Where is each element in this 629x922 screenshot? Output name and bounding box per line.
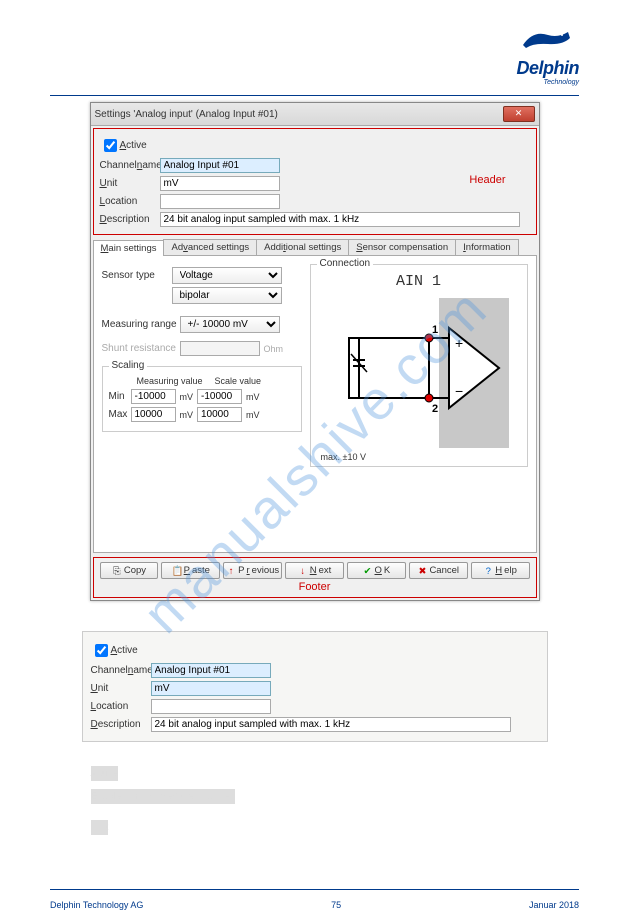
close-button[interactable]: ✕ [503,106,535,122]
scaling-legend: Scaling [109,360,148,371]
tab-body: Sensor typeVoltage bipolar Measuring ran… [93,256,537,553]
location-input-2[interactable] [151,699,271,714]
svg-text:1: 1 [432,324,438,336]
measuring-range-label: Measuring range [102,319,180,330]
active-checkbox-2[interactable] [95,644,108,657]
measuring-value-col: Measuring value [137,376,215,386]
location-label: Location [100,196,160,207]
footer-right: Januar 2018 [529,900,579,910]
header-section: Header Active Channelname Unit Location … [93,128,537,235]
tab-sensor-compensation[interactable]: Sensor compensation [348,239,456,255]
location-label-2: Location [91,701,151,712]
active-label: Active [120,140,147,151]
svg-text:−: − [455,383,463,399]
connection-legend: Connection [317,258,374,269]
sensor-type-label: Sensor type [102,270,172,281]
scaling-fieldset: Scaling Measuring valueScale value MinmV… [102,366,302,432]
tab-additional-settings[interactable]: Additional settings [256,239,349,255]
titlebar: Settings 'Analog input' (Analog Input #0… [91,103,539,126]
description-input[interactable] [160,212,520,227]
footer-center: 75 [331,900,341,910]
connection-box: Connection AIN 1 [310,264,528,467]
text-trailer: Active Enables or disables the channel. … [91,762,539,839]
header-example: Active Channelname Unit Location Descrip… [82,631,548,742]
channelname-input-2[interactable] [151,663,271,678]
channelname-input[interactable] [160,158,280,173]
divider-bottom [50,889,579,890]
redacted-title-3: Unit [91,820,109,835]
arrow-up-icon: ↑ [226,566,236,576]
connection-title: AIN 1 [315,273,523,290]
unit-input-2[interactable] [151,681,271,696]
paste-button[interactable]: 📋Paste [161,562,220,579]
active-label-2: Active [111,645,138,656]
max-scale-input[interactable] [197,407,242,422]
next-button[interactable]: ↓Next [285,562,344,579]
tab-bar: Main settings Advanced settings Addition… [93,239,537,256]
shunt-label: Shunt resistance [102,343,180,354]
tab-advanced-settings[interactable]: Advanced settings [163,239,257,255]
footer-section: ⎘Copy 📋Paste ↑Previous ↓Next ✔OK ✖Cancel… [93,557,537,598]
min-measuring-input[interactable] [131,389,176,404]
redacted-title-1: Active [91,766,118,781]
active-checkbox[interactable] [104,139,117,152]
location-input[interactable] [160,194,280,209]
sensor-type-select[interactable]: Voltage [172,267,282,284]
min-label: Min [109,391,131,402]
cancel-button[interactable]: ✖Cancel [409,562,468,579]
max-measuring-input[interactable] [131,407,176,422]
cross-icon: ✖ [417,566,427,576]
redacted-text-1: Enables or disables the channel. [91,789,236,804]
svg-text:2: 2 [432,403,438,415]
check-icon: ✔ [363,566,373,576]
help-icon: ? [483,566,493,576]
unit-label: Unit [100,178,160,189]
scale-value-col: Scale value [215,376,262,386]
footer-left: Delphin Technology AG [50,900,143,910]
svg-text:+: + [455,335,463,351]
settings-dialog: Settings 'Analog input' (Analog Input #0… [90,102,540,601]
previous-button[interactable]: ↑Previous [223,562,282,579]
ok-button[interactable]: ✔OK [347,562,406,579]
header-annotation: Header [469,174,505,186]
description-label-2: Description [91,719,151,730]
page-footer: Delphin Technology AG 75 Januar 2018 [0,900,629,922]
channelname-label: Channelname [100,160,160,171]
connection-note: max. ±10 V [315,452,523,462]
divider [50,95,579,96]
unit-label-2: Unit [91,683,151,694]
measuring-range-select[interactable]: +/- 10000 mV [180,316,280,333]
description-label: Description [100,214,160,225]
description-input-2[interactable] [151,717,511,732]
arrow-down-icon: ↓ [298,566,308,576]
unit-input[interactable] [160,176,280,191]
copy-button[interactable]: ⎘Copy [100,562,159,579]
channelname-label-2: Channelname [91,665,151,676]
polarity-select[interactable]: bipolar [172,287,282,304]
paste-icon: 📋 [172,566,182,576]
min-scale-input[interactable] [197,389,242,404]
wiring-diagram: 1 2 + − [315,298,523,448]
logo: Delphin Technology [50,20,579,87]
shunt-input [180,341,260,356]
tab-information[interactable]: Information [455,239,519,255]
footer-annotation: Footer [100,579,530,593]
tab-main-settings[interactable]: Main settings [93,240,165,256]
max-label: Max [109,409,131,420]
dialog-title: Settings 'Analog input' (Analog Input #0… [95,109,503,120]
copy-icon: ⎘ [112,566,122,576]
help-button[interactable]: ?Help [471,562,530,579]
